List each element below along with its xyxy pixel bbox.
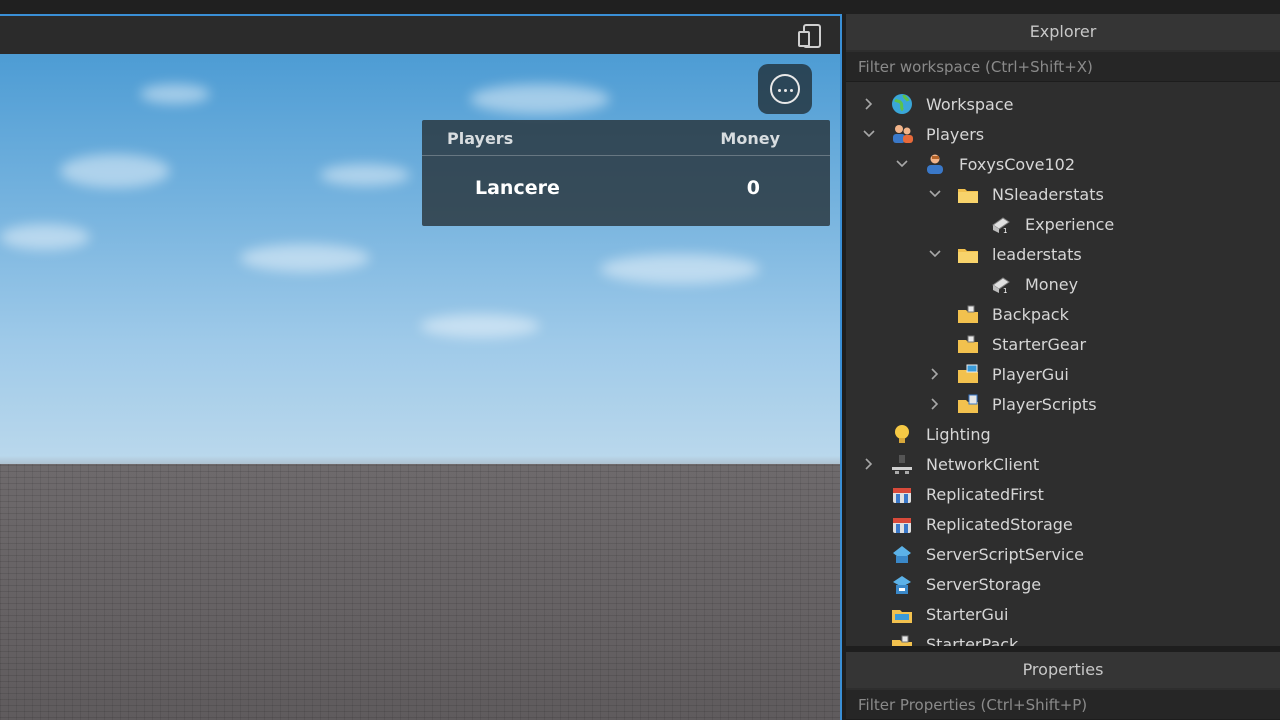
server-script-service-icon	[890, 543, 914, 565]
tree-item-label: StarterGear	[992, 335, 1087, 354]
network-client-icon	[890, 453, 914, 475]
chevron-down-icon[interactable]	[928, 247, 942, 261]
cloud	[320, 164, 410, 186]
tree-item-label: Money	[1025, 275, 1079, 294]
device-emulator-icon[interactable]	[796, 23, 826, 49]
leaderboard-header: Players Money	[422, 120, 830, 156]
tree-item-label: Lighting	[926, 425, 991, 444]
tree-item-networkclient[interactable]: NetworkClient	[846, 450, 1266, 480]
explorer-tree: Workspace Players FoxysCove102 NSleaderstat…	[846, 90, 1280, 646]
player-leaderboard: Players Money Lancere 0	[422, 120, 830, 226]
replicated-storage-icon	[890, 513, 914, 535]
tree-item-label: StarterGui	[926, 605, 1009, 624]
svg-text:1: 1	[1003, 287, 1007, 295]
tree-item-replicatedstorage[interactable]: ReplicatedStorage	[846, 510, 1266, 540]
players-column-header: Players	[447, 129, 514, 148]
properties-title: Properties	[846, 652, 1280, 688]
starter-gui-icon	[890, 603, 914, 625]
starter-gear-icon	[956, 333, 980, 355]
players-icon	[890, 123, 914, 145]
tree-item-serverstorage[interactable]: ServerStorage	[846, 570, 1266, 600]
window-top-strip	[0, 0, 1280, 14]
tree-item-label: NetworkClient	[926, 455, 1040, 474]
more-options-icon	[770, 74, 800, 104]
chevron-down-icon[interactable]	[862, 127, 876, 141]
tree-item-leaderstats[interactable]: leaderstats	[846, 240, 1266, 270]
svg-text:1: 1	[1003, 227, 1007, 235]
player-scripts-icon	[956, 393, 980, 415]
tree-item-label: Players	[926, 125, 985, 144]
leaderboard-row[interactable]: Lancere 0	[422, 157, 830, 223]
tree-item-money[interactable]: 1 Money	[846, 270, 1266, 300]
tree-item-nsleaderstats[interactable]: NSleaderstats	[846, 180, 1266, 210]
tree-item-label: leaderstats	[992, 245, 1082, 264]
tree-item-playergui[interactable]: PlayerGui	[846, 360, 1266, 390]
chevron-right-icon[interactable]	[862, 457, 876, 471]
tree-item-foxyscove102[interactable]: FoxysCove102	[846, 150, 1266, 180]
tree-item-label: NSleaderstats	[992, 185, 1104, 204]
tree-item-startergear[interactable]: StarterGear	[846, 330, 1266, 360]
cloud	[140, 84, 210, 104]
starter-pack-icon	[890, 633, 914, 646]
tree-item-label: StarterPack	[926, 635, 1019, 646]
int-value-icon: 1	[989, 273, 1013, 295]
tree-item-workspace[interactable]: Workspace	[846, 90, 1266, 120]
tree-item-label: ReplicatedFirst	[926, 485, 1044, 504]
tree-item-replicatedfirst[interactable]: ReplicatedFirst	[846, 480, 1266, 510]
player-gui-icon	[956, 363, 980, 385]
player-icon	[923, 153, 947, 175]
workspace-globe-icon	[890, 93, 914, 115]
chevron-down-icon[interactable]	[895, 157, 909, 171]
lighting-bulb-icon	[890, 423, 914, 445]
cloud	[470, 84, 610, 114]
skybox	[0, 54, 840, 468]
tree-item-label: ReplicatedStorage	[926, 515, 1073, 534]
baseplate	[0, 464, 840, 720]
folder-icon	[956, 183, 980, 205]
tree-item-startergui[interactable]: StarterGui	[846, 600, 1266, 630]
tree-item-label: PlayerGui	[992, 365, 1069, 384]
tree-item-label: FoxysCove102	[959, 155, 1076, 174]
player-name: Lancere	[475, 177, 560, 199]
tree-item-label: ServerScriptService	[926, 545, 1085, 564]
more-options-button[interactable]	[758, 64, 812, 114]
int-value-icon: 1	[989, 213, 1013, 235]
chevron-right-icon[interactable]	[928, 367, 942, 381]
tree-item-playerscripts[interactable]: PlayerScripts	[846, 390, 1266, 420]
chevron-right-icon[interactable]	[928, 397, 942, 411]
cloud	[420, 314, 540, 338]
properties-filter-input[interactable]: Filter Properties (Ctrl+Shift+P)	[846, 690, 1280, 720]
server-storage-icon	[890, 573, 914, 595]
tree-item-lighting[interactable]: Lighting	[846, 420, 1266, 450]
explorer-panel: Explorer Filter workspace (Ctrl+Shift+X)…	[846, 14, 1280, 720]
viewport-topbar	[0, 16, 840, 54]
tree-item-serverscriptservice[interactable]: ServerScriptService	[846, 540, 1266, 570]
tree-item-experience[interactable]: 1 Experience	[846, 210, 1266, 240]
backpack-icon	[956, 303, 980, 325]
cloud	[600, 254, 760, 284]
explorer-filter-input[interactable]: Filter workspace (Ctrl+Shift+X)	[846, 52, 1280, 82]
chevron-down-icon[interactable]	[928, 187, 942, 201]
cloud	[0, 224, 90, 250]
tree-item-starterpack[interactable]: StarterPack	[846, 630, 1266, 646]
tree-item-players[interactable]: Players	[846, 120, 1266, 150]
replicated-first-icon	[890, 483, 914, 505]
game-viewport[interactable]: Players Money Lancere 0	[0, 14, 842, 720]
tree-item-label: ServerStorage	[926, 575, 1042, 594]
tree-item-label: PlayerScripts	[992, 395, 1097, 414]
tree-item-label: Backpack	[992, 305, 1069, 324]
player-money: 0	[746, 177, 760, 199]
chevron-right-icon[interactable]	[862, 97, 876, 111]
tree-item-label: Experience	[1025, 215, 1115, 234]
cloud	[60, 154, 170, 188]
folder-icon	[956, 243, 980, 265]
explorer-title: Explorer	[846, 14, 1280, 50]
money-column-header: Money	[720, 129, 780, 148]
cloud	[240, 244, 370, 272]
tree-item-label: Workspace	[926, 95, 1014, 114]
tree-item-backpack[interactable]: Backpack	[846, 300, 1266, 330]
